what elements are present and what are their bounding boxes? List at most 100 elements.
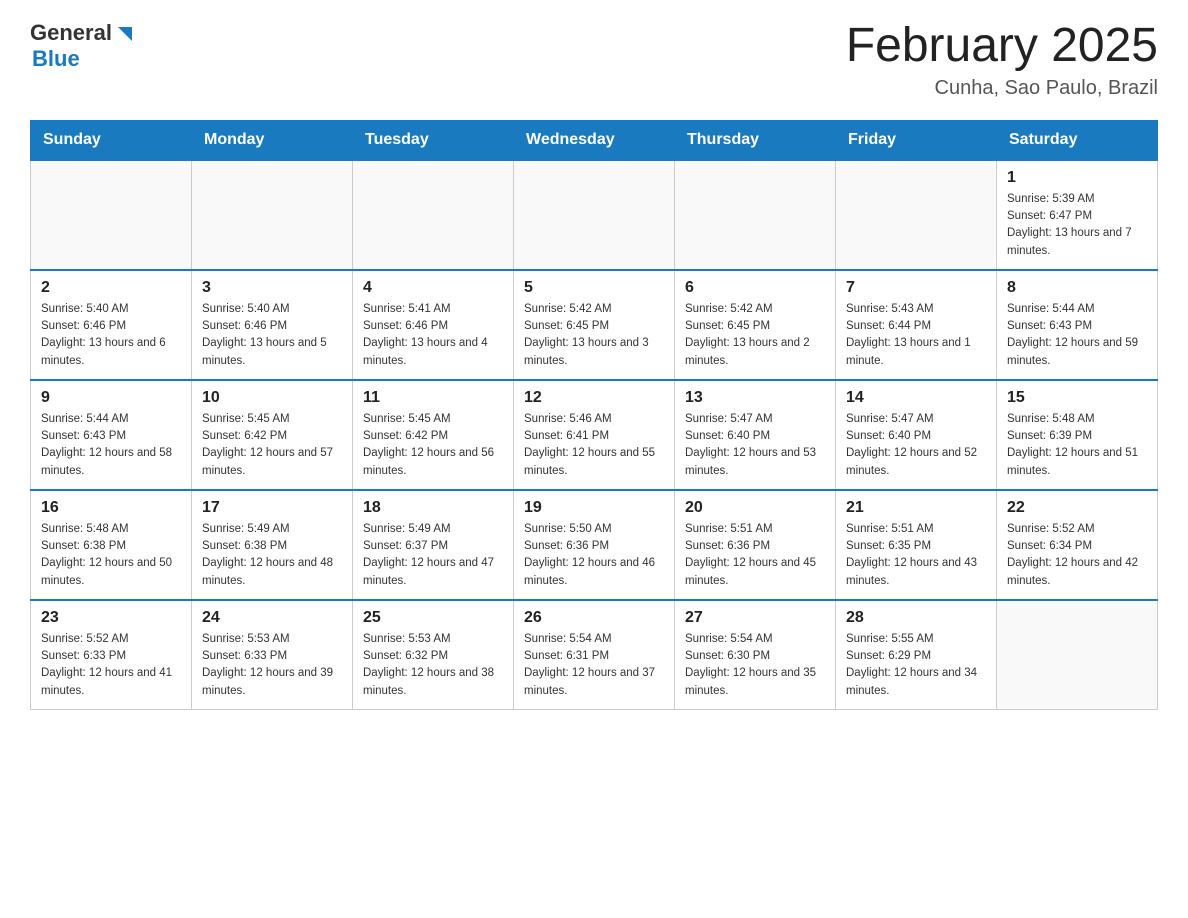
calendar-cell	[675, 160, 836, 270]
day-info: Sunrise: 5:47 AMSunset: 6:40 PMDaylight:…	[685, 411, 825, 480]
day-number: 9	[41, 389, 181, 407]
calendar-cell: 13 Sunrise: 5:47 AMSunset: 6:40 PMDayligh…	[675, 380, 836, 490]
day-number: 26	[524, 609, 664, 627]
day-number: 5	[524, 279, 664, 297]
day-number: 13	[685, 389, 825, 407]
calendar-cell	[31, 160, 192, 270]
day-number: 20	[685, 499, 825, 517]
day-number: 23	[41, 609, 181, 627]
weekday-header-thursday: Thursday	[675, 120, 836, 160]
day-info: Sunrise: 5:51 AMSunset: 6:36 PMDaylight:…	[685, 521, 825, 590]
calendar-cell: 4 Sunrise: 5:41 AMSunset: 6:46 PMDaylight…	[353, 270, 514, 380]
calendar-cell	[997, 600, 1158, 710]
day-number: 27	[685, 609, 825, 627]
day-number: 14	[846, 389, 986, 407]
calendar-week-row: 1 Sunrise: 5:39 AMSunset: 6:47 PMDaylight…	[31, 160, 1158, 270]
day-info: Sunrise: 5:44 AMSunset: 6:43 PMDaylight:…	[41, 411, 181, 480]
day-info: Sunrise: 5:54 AMSunset: 6:31 PMDaylight:…	[524, 631, 664, 700]
logo-blue-text: Blue	[32, 46, 80, 72]
day-number: 19	[524, 499, 664, 517]
day-info: Sunrise: 5:45 AMSunset: 6:42 PMDaylight:…	[363, 411, 503, 480]
calendar-cell: 27 Sunrise: 5:54 AMSunset: 6:30 PMDayligh…	[675, 600, 836, 710]
calendar-cell: 28Sunrise: 5:55 AMSunset: 6:29 PMDayligh…	[836, 600, 997, 710]
day-info: Sunrise: 5:46 AMSunset: 6:41 PMDaylight:…	[524, 411, 664, 480]
day-info: Sunrise: 5:51 AMSunset: 6:35 PMDaylight:…	[846, 521, 986, 590]
weekday-header-tuesday: Tuesday	[353, 120, 514, 160]
calendar-header-row: SundayMondayTuesdayWednesdayThursdayFrid…	[31, 120, 1158, 160]
title-section: February 2025 Cunha, Sao Paulo, Brazil	[846, 20, 1158, 100]
day-number: 18	[363, 499, 503, 517]
calendar-cell: 23 Sunrise: 5:52 AMSunset: 6:33 PMDayligh…	[31, 600, 192, 710]
calendar-cell: 17Sunrise: 5:49 AMSunset: 6:38 PMDayligh…	[192, 490, 353, 600]
calendar-cell: 1 Sunrise: 5:39 AMSunset: 6:47 PMDaylight…	[997, 160, 1158, 270]
calendar-cell: 18 Sunrise: 5:49 AMSunset: 6:37 PMDayligh…	[353, 490, 514, 600]
day-number: 6	[685, 279, 825, 297]
day-number: 7	[846, 279, 986, 297]
calendar-week-row: 23 Sunrise: 5:52 AMSunset: 6:33 PMDayligh…	[31, 600, 1158, 710]
day-info: Sunrise: 5:39 AMSunset: 6:47 PMDaylight:…	[1007, 191, 1147, 260]
logo-triangle-icon	[114, 23, 136, 45]
calendar-week-row: 9 Sunrise: 5:44 AMSunset: 6:43 PMDaylight…	[31, 380, 1158, 490]
day-info: Sunrise: 5:49 AMSunset: 6:37 PMDaylight:…	[363, 521, 503, 590]
day-info: Sunrise: 5:54 AMSunset: 6:30 PMDaylight:…	[685, 631, 825, 700]
day-number: 10	[202, 389, 342, 407]
calendar-cell: 24 Sunrise: 5:53 AMSunset: 6:33 PMDayligh…	[192, 600, 353, 710]
day-info: Sunrise: 5:44 AMSunset: 6:43 PMDaylight:…	[1007, 301, 1147, 370]
day-info: Sunrise: 5:47 AMSunset: 6:40 PMDaylight:…	[846, 411, 986, 480]
calendar-cell: 25 Sunrise: 5:53 AMSunset: 6:32 PMDayligh…	[353, 600, 514, 710]
day-info: Sunrise: 5:53 AMSunset: 6:32 PMDaylight:…	[363, 631, 503, 700]
day-number: 4	[363, 279, 503, 297]
day-number: 25	[363, 609, 503, 627]
location-subtitle: Cunha, Sao Paulo, Brazil	[846, 77, 1158, 100]
calendar-cell: 3 Sunrise: 5:40 AMSunset: 6:46 PMDaylight…	[192, 270, 353, 380]
logo: General Blue	[30, 20, 136, 72]
day-info: Sunrise: 5:48 AMSunset: 6:39 PMDaylight:…	[1007, 411, 1147, 480]
logo-general-text: General	[30, 20, 112, 46]
calendar-cell: 9 Sunrise: 5:44 AMSunset: 6:43 PMDaylight…	[31, 380, 192, 490]
calendar-cell: 11 Sunrise: 5:45 AMSunset: 6:42 PMDayligh…	[353, 380, 514, 490]
day-info: Sunrise: 5:43 AMSunset: 6:44 PMDaylight:…	[846, 301, 986, 370]
calendar-cell: 10 Sunrise: 5:45 AMSunset: 6:42 PMDayligh…	[192, 380, 353, 490]
calendar-cell: 7 Sunrise: 5:43 AMSunset: 6:44 PMDaylight…	[836, 270, 997, 380]
calendar-cell: 5Sunrise: 5:42 AMSunset: 6:45 PMDaylight…	[514, 270, 675, 380]
calendar-week-row: 16Sunrise: 5:48 AMSunset: 6:38 PMDayligh…	[31, 490, 1158, 600]
calendar-cell: 20 Sunrise: 5:51 AMSunset: 6:36 PMDayligh…	[675, 490, 836, 600]
weekday-header-saturday: Saturday	[997, 120, 1158, 160]
day-info: Sunrise: 5:50 AMSunset: 6:36 PMDaylight:…	[524, 521, 664, 590]
day-info: Sunrise: 5:45 AMSunset: 6:42 PMDaylight:…	[202, 411, 342, 480]
calendar-cell: 6 Sunrise: 5:42 AMSunset: 6:45 PMDaylight…	[675, 270, 836, 380]
weekday-header-friday: Friday	[836, 120, 997, 160]
day-info: Sunrise: 5:41 AMSunset: 6:46 PMDaylight:…	[363, 301, 503, 370]
weekday-header-sunday: Sunday	[31, 120, 192, 160]
day-number: 11	[363, 389, 503, 407]
weekday-header-wednesday: Wednesday	[514, 120, 675, 160]
day-number: 24	[202, 609, 342, 627]
day-number: 21	[846, 499, 986, 517]
page-header: General Blue February 2025 Cunha, Sao Pa…	[30, 20, 1158, 100]
day-number: 12	[524, 389, 664, 407]
calendar-cell	[192, 160, 353, 270]
day-info: Sunrise: 5:55 AMSunset: 6:29 PMDaylight:…	[846, 631, 986, 700]
calendar-cell: 21 Sunrise: 5:51 AMSunset: 6:35 PMDayligh…	[836, 490, 997, 600]
day-number: 3	[202, 279, 342, 297]
calendar-cell	[353, 160, 514, 270]
calendar-table: SundayMondayTuesdayWednesdayThursdayFrid…	[30, 120, 1158, 711]
day-info: Sunrise: 5:40 AMSunset: 6:46 PMDaylight:…	[41, 301, 181, 370]
day-number: 8	[1007, 279, 1147, 297]
calendar-cell: 15Sunrise: 5:48 AMSunset: 6:39 PMDayligh…	[997, 380, 1158, 490]
calendar-cell: 26 Sunrise: 5:54 AMSunset: 6:31 PMDayligh…	[514, 600, 675, 710]
day-info: Sunrise: 5:40 AMSunset: 6:46 PMDaylight:…	[202, 301, 342, 370]
day-info: Sunrise: 5:49 AMSunset: 6:38 PMDaylight:…	[202, 521, 342, 590]
day-number: 2	[41, 279, 181, 297]
day-info: Sunrise: 5:42 AMSunset: 6:45 PMDaylight:…	[685, 301, 825, 370]
calendar-cell: 14 Sunrise: 5:47 AMSunset: 6:40 PMDayligh…	[836, 380, 997, 490]
calendar-cell: 19 Sunrise: 5:50 AMSunset: 6:36 PMDayligh…	[514, 490, 675, 600]
month-title: February 2025	[846, 20, 1158, 73]
day-number: 1	[1007, 169, 1147, 187]
day-number: 16	[41, 499, 181, 517]
day-info: Sunrise: 5:53 AMSunset: 6:33 PMDaylight:…	[202, 631, 342, 700]
day-info: Sunrise: 5:52 AMSunset: 6:33 PMDaylight:…	[41, 631, 181, 700]
calendar-cell: 16Sunrise: 5:48 AMSunset: 6:38 PMDayligh…	[31, 490, 192, 600]
calendar-cell: 2 Sunrise: 5:40 AMSunset: 6:46 PMDaylight…	[31, 270, 192, 380]
weekday-header-monday: Monday	[192, 120, 353, 160]
